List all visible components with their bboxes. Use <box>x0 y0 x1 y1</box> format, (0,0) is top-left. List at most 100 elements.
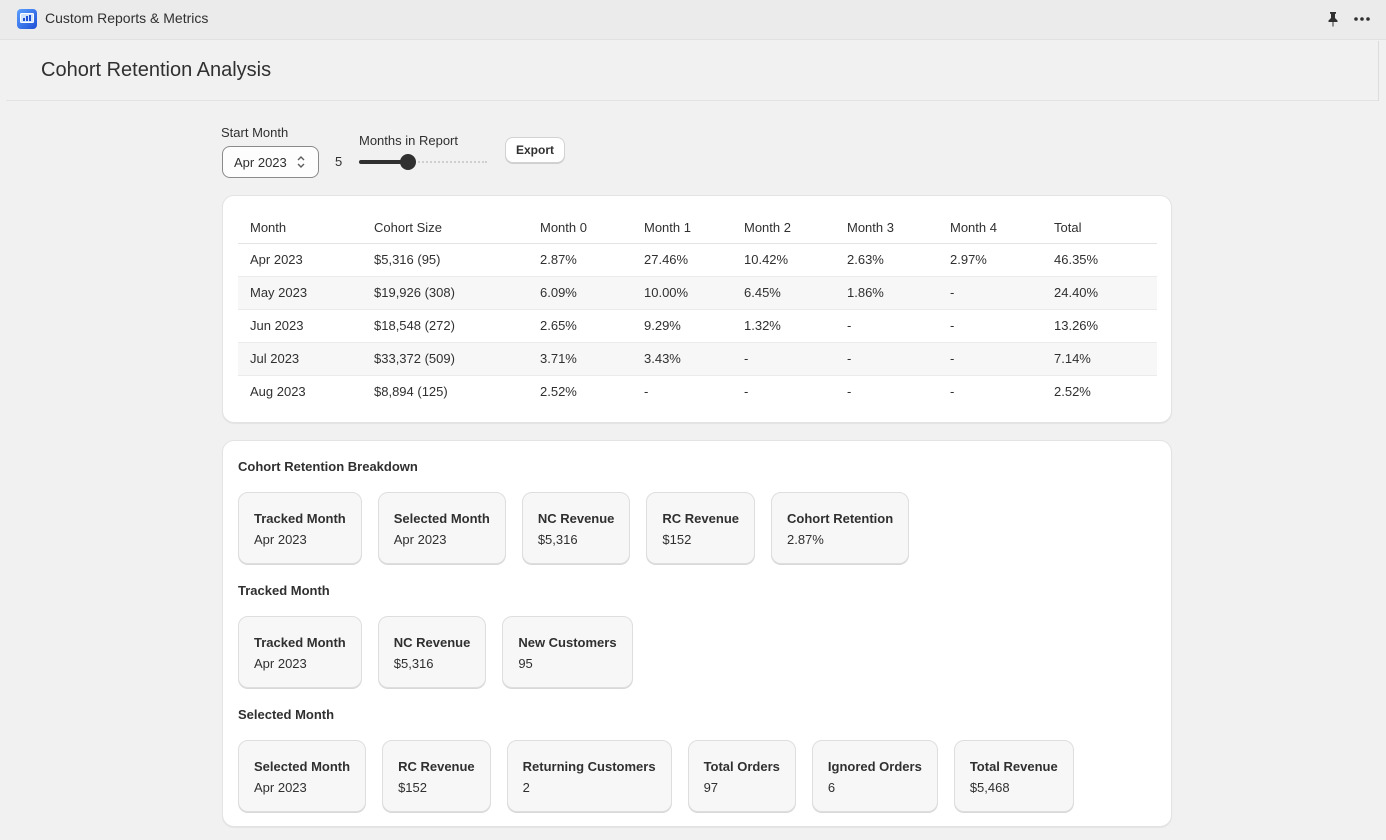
page-title: Cohort Retention Analysis <box>41 59 272 81</box>
column-header: Month 4 <box>938 212 1042 244</box>
tile-label: Total Revenue <box>969 759 1058 774</box>
app-title: Custom Reports & Metrics <box>45 10 209 26</box>
table-cell: 7.14% <box>1042 342 1157 376</box>
slider-thumb[interactable] <box>400 154 416 170</box>
table-cell: 10.42% <box>732 243 835 277</box>
table-cell: 2.87% <box>528 243 632 277</box>
tile-label: Ignored Orders <box>827 759 922 774</box>
tile-label: Selected Month <box>254 759 351 774</box>
tile-value: 6 <box>827 780 836 795</box>
table-cell: 1.32% <box>732 309 835 343</box>
table-cell: 2.63% <box>835 243 938 277</box>
table-cell: Aug 2023 <box>250 384 306 400</box>
tile-label: Returning Customers <box>522 759 656 774</box>
tile-label: New Customers <box>518 635 617 650</box>
table-cell: 9.29% <box>632 309 732 343</box>
metric-tile: Tracked Month Apr 2023 <box>238 492 362 564</box>
start-month-value: Apr 2023 <box>234 155 287 170</box>
tile-value: $5,316 <box>393 656 434 671</box>
section-title: Selected Month <box>238 707 335 722</box>
tile-label: RC Revenue <box>398 759 475 774</box>
table-cell: - <box>744 384 749 400</box>
table-cell: - <box>732 342 835 376</box>
section-title: Cohort Retention Breakdown <box>238 459 418 474</box>
tile-label: RC Revenue <box>662 511 739 526</box>
tracked-tiles: Tracked Month Apr 2023 NC Revenue $5,316 N… <box>238 616 633 688</box>
section-title: Tracked Month <box>238 583 330 598</box>
tile-label: NC Revenue <box>537 511 615 526</box>
table-cell: 46.35% <box>1042 243 1157 277</box>
table-row: Jun 2023 $18,548 (272) 2.65% 9.29% 1.32%… <box>238 309 1157 343</box>
table-cell: 3.43% <box>632 342 732 376</box>
table-row: Apr 2023 $5,316 (95) 2.87% 27.46% 10.42%… <box>238 243 1157 277</box>
table-cell: $5,316 (95) <box>362 243 528 277</box>
tile-label: Cohort Retention <box>786 511 894 526</box>
column-header: Month 2 <box>732 212 835 244</box>
table-cell: $8,894 (125) <box>374 384 448 400</box>
table-cell: 2.52% <box>540 384 577 400</box>
tile-value: 95 <box>518 656 533 671</box>
tile-label: Tracked Month <box>254 511 346 526</box>
metric-tile: Ignored Orders 6 <box>811 740 938 812</box>
metric-tile: Total Revenue $5,468 <box>953 740 1074 812</box>
metric-tile: Total Orders 97 <box>687 740 796 812</box>
start-month-select[interactable]: Apr 2023 <box>222 146 319 178</box>
tile-value: Apr 2023 <box>254 780 307 795</box>
breakdown-card: Cohort Retention Breakdown Tracked Month… <box>222 440 1172 827</box>
table-cell: May 2023 <box>238 276 362 310</box>
table-cell: $19,926 (308) <box>362 276 528 310</box>
table-cell: - <box>950 384 955 400</box>
tile-value: $152 <box>398 780 427 795</box>
pin-icon[interactable] <box>1326 11 1340 27</box>
tile-value: 97 <box>703 780 719 795</box>
table-cell: Jul 2023 <box>238 342 362 376</box>
table-cell: 2.65% <box>528 309 632 343</box>
tile-label: Tracked Month <box>254 635 346 650</box>
page-header: Cohort Retention Analysis <box>6 41 1378 101</box>
cohort-table-card: Month Cohort Size Month 0 Month 1 Month … <box>222 195 1172 423</box>
months-in-report-slider[interactable] <box>359 154 489 170</box>
chevron-up-down-icon <box>296 155 306 169</box>
metric-tile: New Customers 95 <box>502 616 633 688</box>
months-in-report-value: 5 <box>335 154 343 169</box>
metric-tile: Cohort Retention 2.87% <box>770 492 910 564</box>
metric-tile: Tracked Month Apr 2023 <box>238 616 362 688</box>
table-cell: 27.46% <box>632 243 732 277</box>
tile-value: Apr 2023 <box>254 656 307 671</box>
tile-label: Selected Month <box>393 511 490 526</box>
months-in-report-label: Months in Report <box>359 133 458 148</box>
table-cell: 6.09% <box>528 276 632 310</box>
table-cell: - <box>847 384 852 400</box>
table-cell: - <box>938 342 1042 376</box>
table-row: Aug 2023 $8,894 (125) 2.52% - - - - 2.52… <box>238 375 1157 408</box>
table-cell: Jun 2023 <box>238 309 362 343</box>
table-cell: - <box>938 309 1042 343</box>
tile-value: $5,316 <box>537 532 578 547</box>
table-cell: $18,548 (272) <box>362 309 528 343</box>
column-header: Total <box>1042 212 1157 244</box>
metric-tile: RC Revenue $152 <box>382 740 491 812</box>
app-logo-icon <box>17 9 37 29</box>
column-header: Cohort Size <box>362 212 528 244</box>
table-cell: 2.97% <box>938 243 1042 277</box>
export-button[interactable]: Export <box>505 137 565 163</box>
table-cell: - <box>835 342 938 376</box>
table-cell: - <box>835 309 938 343</box>
metric-tile: RC Revenue $152 <box>646 492 755 564</box>
metric-tile: NC Revenue $5,316 <box>521 492 631 564</box>
table-cell: - <box>644 384 649 400</box>
tile-value: $5,468 <box>969 780 1010 795</box>
table-cell: 6.45% <box>732 276 835 310</box>
table-cell: 3.71% <box>528 342 632 376</box>
tile-value: 2.87% <box>786 532 824 547</box>
table-cell: 2.52% <box>1054 384 1091 400</box>
table-cell: $33,372 (509) <box>362 342 528 376</box>
selected-tiles: Selected Month Apr 2023 RC Revenue $152 Re… <box>238 740 1074 812</box>
tile-value: $152 <box>662 532 692 547</box>
metric-tile: Selected Month Apr 2023 <box>238 740 367 812</box>
table-cell: 13.26% <box>1042 309 1157 343</box>
tile-value: Apr 2023 <box>393 532 447 547</box>
start-month-label: Start Month <box>221 125 289 140</box>
more-options-icon[interactable] <box>1353 11 1371 27</box>
column-header: Month 0 <box>528 212 632 244</box>
